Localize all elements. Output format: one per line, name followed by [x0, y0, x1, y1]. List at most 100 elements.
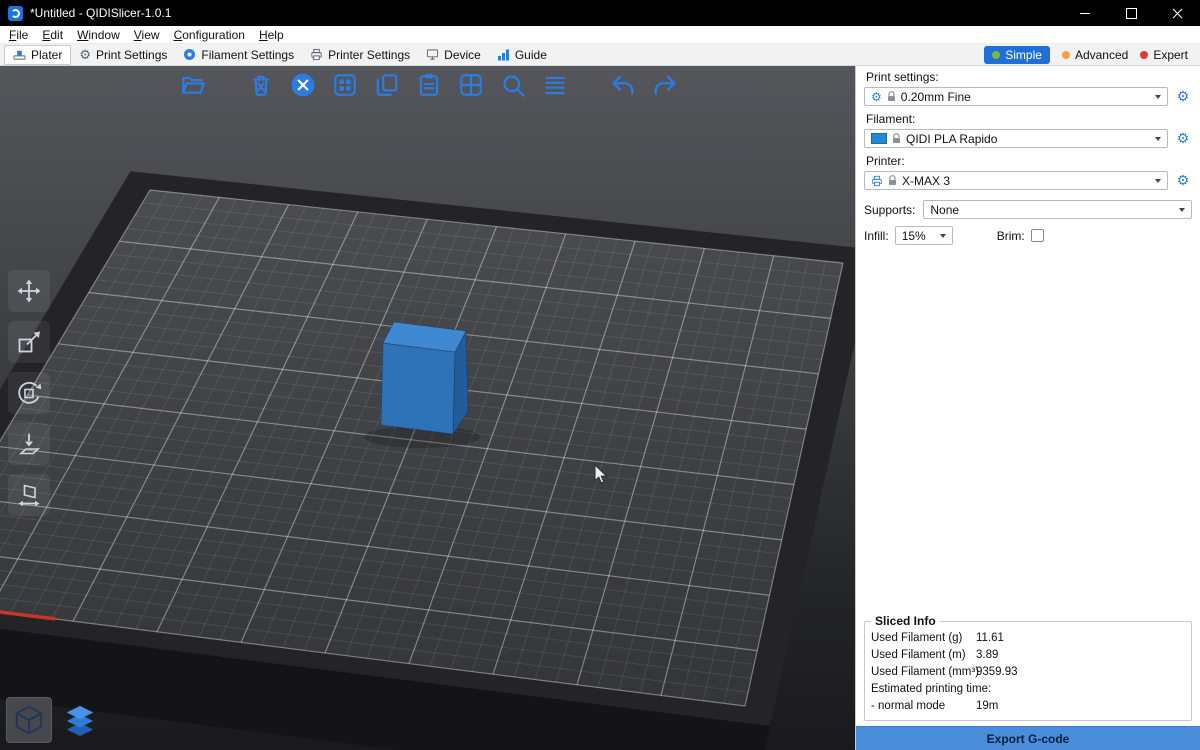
layer-height-button[interactable]	[540, 70, 570, 100]
printer-label: Printer:	[866, 154, 1192, 168]
sliced-info-row: Used Filament (mm³) 9359.93	[871, 663, 1185, 680]
close-button[interactable]	[1154, 0, 1200, 26]
scale-icon	[15, 328, 43, 356]
gear-icon: ⚙	[871, 91, 882, 103]
print-settings-gear-button[interactable]: ⚙	[1174, 87, 1192, 106]
copy-button[interactable]	[372, 70, 402, 100]
menu-view[interactable]: View	[127, 28, 167, 42]
tab-label: Device	[444, 48, 481, 62]
place-on-face-tool-button[interactable]	[8, 423, 50, 465]
brim-label: Brim:	[997, 229, 1025, 243]
gear-icon: ⚙	[79, 48, 91, 61]
lock-icon	[888, 175, 897, 186]
copy-icon	[374, 72, 400, 98]
printer-gear-button[interactable]: ⚙	[1174, 171, 1192, 190]
si-label: Used Filament (g)	[871, 632, 976, 644]
place-on-face-icon	[15, 430, 43, 458]
minimize-button[interactable]	[1062, 0, 1108, 26]
filament-color-swatch	[871, 133, 887, 144]
mode-advanced[interactable]: Advanced	[1062, 48, 1128, 62]
arrange-icon	[332, 72, 358, 98]
sliced-info-row: - normal mode 19m	[871, 697, 1185, 714]
filament-combo[interactable]: QIDI PLA Rapido	[864, 129, 1168, 148]
tab-label: Filament Settings	[201, 48, 294, 62]
printer-value: X-MAX 3	[902, 174, 1150, 188]
sliced-info-row: Used Filament (m) 3.89	[871, 646, 1185, 663]
infill-combo[interactable]: 15%	[895, 226, 953, 245]
simple-dot-icon	[992, 51, 1000, 59]
mode-expert[interactable]: Expert	[1140, 48, 1188, 62]
tab-guide[interactable]: Guide	[489, 45, 555, 65]
title-bar: *Untitled - QIDISlicer-1.0.1	[0, 0, 1200, 26]
delete-all-icon	[290, 72, 316, 98]
export-gcode-button[interactable]: Export G-code	[856, 726, 1200, 750]
chevron-down-icon	[1155, 179, 1161, 183]
tab-label: Plater	[31, 48, 62, 62]
split-icon	[458, 72, 484, 98]
filament-value: QIDI PLA Rapido	[906, 132, 1150, 146]
scale-tool-button[interactable]	[8, 321, 50, 363]
mode-simple[interactable]: Simple	[984, 46, 1050, 64]
brim-checkbox[interactable]	[1031, 229, 1044, 242]
measure-tool-button[interactable]	[8, 474, 50, 516]
tab-printer-settings[interactable]: Printer Settings	[302, 45, 418, 65]
mode-label: Advanced	[1075, 48, 1128, 62]
print-settings-combo[interactable]: ⚙ 0.20mm Fine	[864, 87, 1168, 106]
infill-label: Infill:	[864, 229, 889, 243]
move-tool-button[interactable]	[8, 270, 50, 312]
printer-combo[interactable]: X-MAX 3	[864, 171, 1168, 190]
preview-view-button[interactable]	[57, 697, 103, 743]
rotate-tool-button[interactable]	[8, 372, 50, 414]
viewport-3d[interactable]	[0, 66, 855, 750]
model-cube[interactable]	[381, 322, 468, 434]
filament-icon	[183, 48, 196, 61]
editor-view-button[interactable]	[6, 697, 52, 743]
si-label: Estimated printing time:	[871, 683, 976, 695]
sliced-info-panel: Sliced Info Used Filament (g) 11.61 Used…	[864, 614, 1192, 721]
si-value: 11.61	[976, 632, 1185, 644]
menu-help[interactable]: Help	[252, 28, 291, 42]
chevron-down-icon	[1155, 137, 1161, 141]
tab-label: Print Settings	[96, 48, 167, 62]
mode-label: Expert	[1153, 48, 1188, 62]
rotate-icon	[15, 379, 43, 407]
supports-combo[interactable]: None	[923, 200, 1192, 219]
print-settings-label: Print settings:	[866, 70, 1192, 84]
preview-view-icon	[63, 703, 97, 737]
delete-all-button[interactable]	[288, 70, 318, 100]
advanced-dot-icon	[1062, 51, 1070, 59]
infill-value: 15%	[902, 229, 935, 243]
chevron-down-icon	[1179, 208, 1185, 212]
add-button[interactable]	[178, 70, 208, 100]
search-button[interactable]	[498, 70, 528, 100]
arrange-button[interactable]	[330, 70, 360, 100]
paste-button[interactable]	[414, 70, 444, 100]
si-label: - normal mode	[871, 700, 976, 712]
split-button[interactable]	[456, 70, 486, 100]
search-icon	[500, 72, 527, 99]
undo-button[interactable]	[608, 70, 638, 100]
redo-button[interactable]	[650, 70, 680, 100]
tab-label: Guide	[515, 48, 547, 62]
maximize-button[interactable]	[1108, 0, 1154, 26]
tab-plater[interactable]: Plater	[4, 45, 71, 65]
delete-button[interactable]	[246, 70, 276, 100]
menu-file[interactable]: File	[2, 28, 35, 42]
tab-filament-settings[interactable]: Filament Settings	[175, 45, 302, 65]
menu-edit[interactable]: Edit	[35, 28, 70, 42]
qidislicer-window: *Untitled - QIDISlicer-1.0.1 File Edit W…	[0, 0, 1200, 750]
tab-print-settings[interactable]: ⚙ Print Settings	[71, 45, 175, 65]
mode-label: Simple	[1005, 48, 1042, 62]
filament-gear-button[interactable]: ⚙	[1174, 129, 1192, 148]
window-title: *Untitled - QIDISlicer-1.0.1	[30, 6, 171, 20]
measure-icon	[15, 481, 43, 509]
window-controls	[1062, 0, 1200, 26]
layer-height-icon	[542, 72, 568, 98]
tab-device[interactable]: Device	[418, 45, 489, 65]
plater-icon	[13, 48, 26, 61]
menu-window[interactable]: Window	[70, 28, 127, 42]
menu-configuration[interactable]: Configuration	[167, 28, 252, 42]
scene-canvas[interactable]	[0, 66, 855, 750]
move-icon	[15, 277, 43, 305]
redo-icon	[651, 71, 679, 99]
